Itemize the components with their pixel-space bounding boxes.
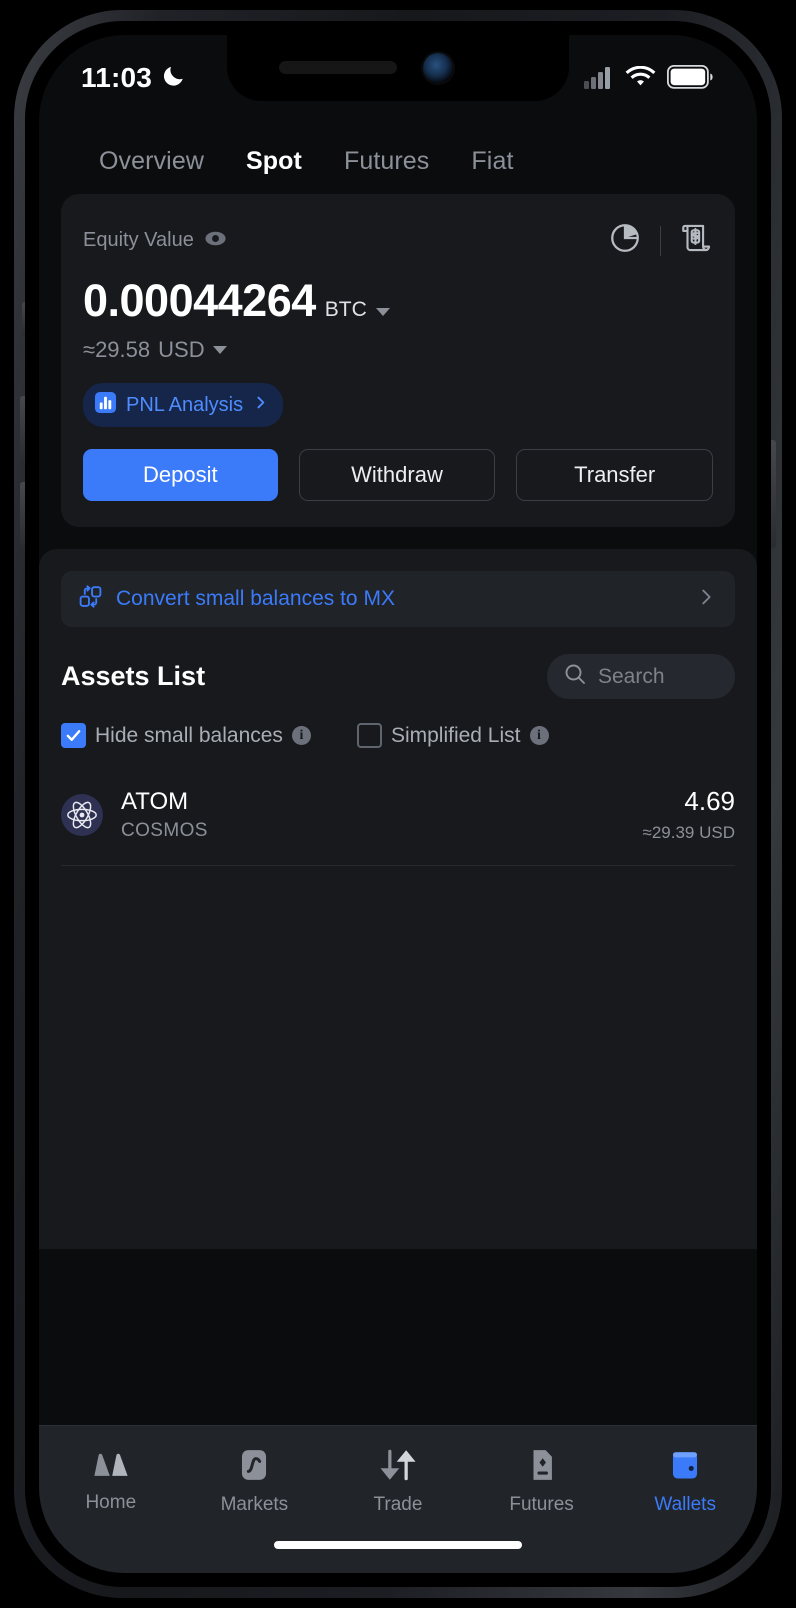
chevron-right-icon (695, 586, 717, 613)
equity-label-group: Equity Value (83, 227, 227, 255)
chevron-right-icon (252, 394, 269, 416)
currency-chevron-down-icon[interactable] (375, 308, 390, 316)
nav-item-futures[interactable]: Futures (470, 1448, 614, 1516)
phone-bezel: 11:03 Overview Spot Futures Fiat Equity … (25, 21, 771, 1587)
bottom-navigation: Home Markets Trade Futures Wallets (39, 1425, 757, 1573)
nav-label-home: Home (85, 1492, 137, 1513)
wifi-icon (625, 65, 656, 94)
tab-overview[interactable]: Overview (99, 147, 225, 176)
hide-small-balances-label: Hide small balances (95, 723, 283, 747)
asset-value-group: 4.69 ≈29.39 USD (643, 786, 736, 843)
equity-approx-unit: USD (158, 337, 205, 362)
withdraw-button[interactable]: Withdraw (298, 449, 496, 501)
equity-amount: 0.00044264 (83, 275, 316, 326)
bar-chart-icon (94, 391, 117, 419)
pnl-analysis-button[interactable]: PNL Analysis (83, 383, 284, 427)
tab-futures[interactable]: Futures (323, 147, 450, 176)
home-mountain-icon (92, 1448, 130, 1485)
atom-coin-icon (61, 793, 103, 836)
futures-contract-icon (525, 1448, 559, 1487)
markets-chart-icon (237, 1448, 271, 1487)
tab-fiat[interactable]: Fiat (450, 147, 534, 176)
status-bar: 11:03 (39, 35, 757, 113)
asset-symbol: ATOM (121, 787, 189, 815)
table-row[interactable]: ATOM COSMOS 4.69 ≈29.39 USD (61, 766, 735, 866)
convert-banner-label: Convert small balances to MX (116, 587, 395, 610)
simplified-list-checkbox[interactable] (356, 723, 382, 748)
equity-card-header: Equity Value (83, 221, 713, 260)
phone-screen: 11:03 Overview Spot Futures Fiat Equity … (39, 35, 757, 1573)
tab-spot[interactable]: Spot (225, 147, 323, 176)
deposit-button[interactable]: Deposit (83, 449, 278, 501)
nav-label-wallets: Wallets (654, 1494, 716, 1515)
assets-list-title: Assets List (61, 661, 206, 691)
trade-arrows-icon (379, 1448, 417, 1487)
equity-action-buttons: Deposit Withdraw Transfer (83, 449, 714, 501)
phone-frame: 11:03 Overview Spot Futures Fiat Equity … (14, 10, 782, 1598)
equity-value-card: Equity Value 0.00044264 BTC ≈29.58 USD P… (61, 194, 735, 527)
nav-label-markets: Markets (220, 1494, 289, 1515)
filter-simplified-list[interactable]: Simplified List i (356, 723, 549, 748)
assets-list: ATOM COSMOS 4.69 ≈29.39 USD (61, 766, 735, 866)
status-bar-left: 11:03 (81, 54, 187, 94)
info-icon[interactable]: i (291, 726, 311, 745)
cellular-signal-icon (584, 66, 614, 94)
equity-approx-value: ≈29.58 (83, 337, 151, 362)
nav-item-trade[interactable]: Trade (326, 1448, 470, 1516)
nav-label-futures: Futures (509, 1494, 574, 1515)
nav-item-markets[interactable]: Markets (183, 1448, 327, 1516)
assets-panel: Convert small balances to MX Assets List (39, 549, 757, 1249)
nav-label-trade: Trade (373, 1494, 423, 1515)
convert-small-balances-banner[interactable]: Convert small balances to MX (61, 571, 735, 627)
battery-full-icon (666, 64, 713, 94)
transaction-history-icon[interactable] (679, 221, 713, 260)
asset-amount: 4.69 (684, 786, 735, 816)
asset-usd-value: ≈29.39 USD (642, 823, 736, 842)
status-time: 11:03 (81, 62, 153, 93)
equity-value-label: Equity Value (83, 229, 194, 251)
equity-amount-row: 0.00044264 BTC (83, 275, 713, 327)
nav-item-wallets[interactable]: Wallets (613, 1448, 757, 1516)
eye-icon[interactable] (204, 227, 227, 255)
search-placeholder: Search (598, 664, 665, 688)
nav-item-home[interactable]: Home (39, 1448, 183, 1514)
info-icon[interactable]: i (529, 726, 549, 745)
pnl-analysis-label: PNL Analysis (126, 393, 244, 416)
fiat-chevron-down-icon[interactable] (212, 346, 227, 354)
asset-fullname: COSMOS (121, 819, 208, 841)
assets-filter-row: Hide small balances i Simplified List i (61, 723, 735, 748)
simplified-list-label: Simplified List (390, 723, 521, 747)
convert-icon (78, 584, 103, 614)
search-input[interactable]: Search (547, 654, 735, 699)
pie-chart-icon[interactable] (608, 221, 642, 260)
account-type-tabs: Overview Spot Futures Fiat (39, 113, 757, 194)
assets-list-header: Assets List Search (61, 654, 735, 699)
crescent-moon-icon (161, 63, 187, 94)
search-icon (563, 662, 587, 691)
action-divider (660, 225, 661, 256)
equity-approx-row: ≈29.58 USD (83, 337, 713, 363)
home-indicator[interactable] (274, 1541, 522, 1549)
wallet-icon (668, 1448, 702, 1487)
status-bar-right (584, 55, 713, 94)
transfer-button[interactable]: Transfer (516, 449, 714, 501)
equity-card-actions (608, 221, 713, 260)
filter-hide-small-balances[interactable]: Hide small balances i (61, 723, 311, 748)
equity-currency-unit: BTC (324, 298, 367, 321)
asset-name-group: ATOM COSMOS (121, 788, 625, 842)
hide-small-balances-checkbox[interactable] (61, 723, 86, 748)
